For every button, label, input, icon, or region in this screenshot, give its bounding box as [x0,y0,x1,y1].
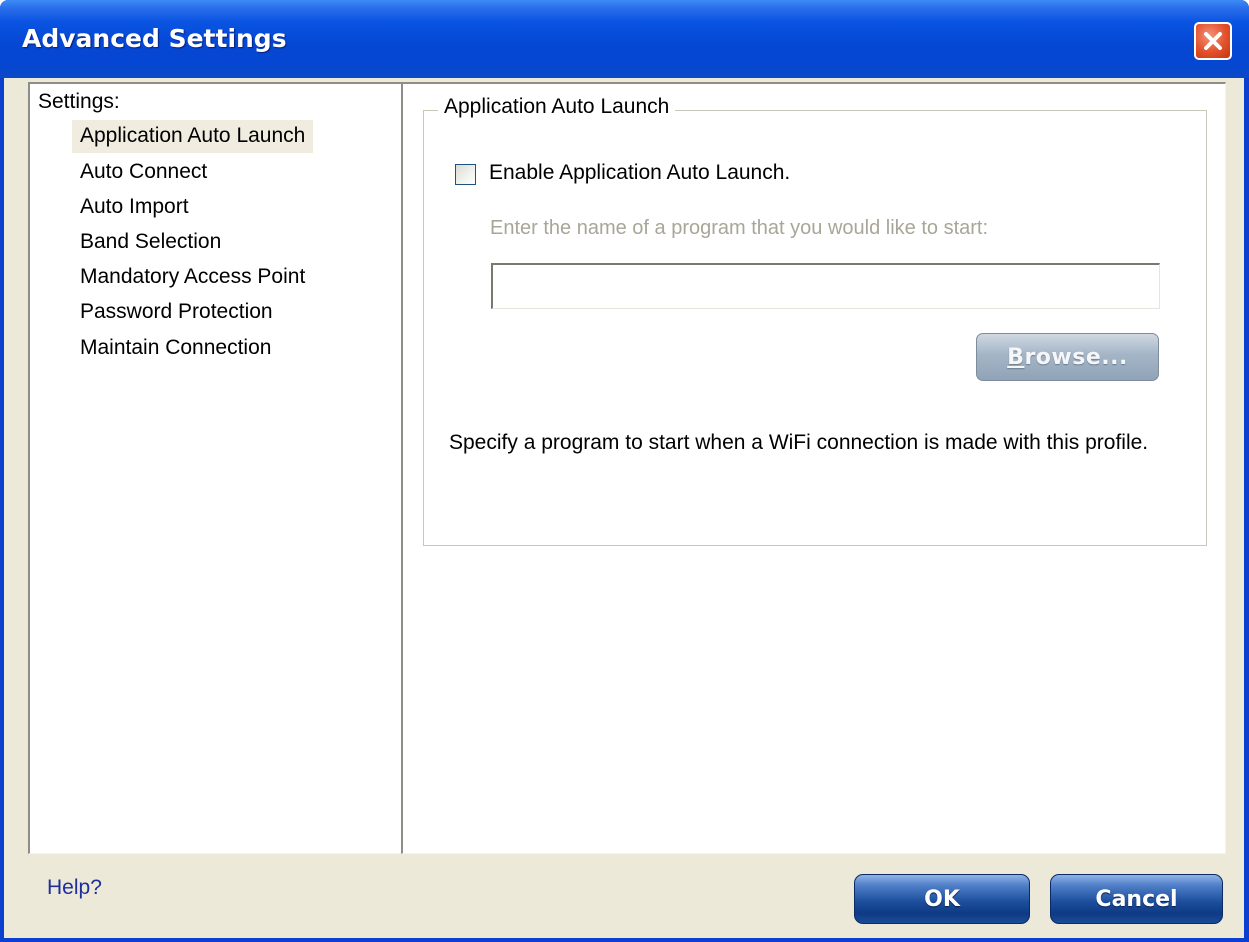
close-button[interactable] [1194,22,1232,60]
ok-button[interactable]: OK [854,874,1030,924]
enable-auto-launch-label[interactable]: Enable Application Auto Launch. [489,161,790,185]
enable-auto-launch-checkbox[interactable] [455,164,476,185]
window-title: Advanced Settings [22,24,287,53]
browse-button[interactable]: Browse... [976,333,1159,381]
nav-item-application-auto-launch[interactable]: Application Auto Launch [72,120,314,153]
browse-button-label: rowse... [1024,344,1128,370]
groupbox-title: Application Auto Launch [438,95,676,119]
advanced-settings-window: Advanced Settings Settings: Application … [0,0,1249,942]
settings-nav-pane: Settings: Application Auto Launch Auto C… [28,82,402,854]
nav-item-password-protection[interactable]: Password Protection [72,296,281,329]
nav-item-maintain-connection[interactable]: Maintain Connection [72,332,279,365]
dialog-body: Settings: Application Auto Launch Auto C… [4,78,1244,938]
nav-item-mandatory-access-point[interactable]: Mandatory Access Point [72,261,313,294]
help-link[interactable]: Help? [47,876,102,900]
browse-button-mnemonic: B [1007,344,1025,370]
window-bottom-border [0,938,1249,942]
cancel-button[interactable]: Cancel [1050,874,1223,924]
nav-item-band-selection[interactable]: Band Selection [72,226,229,259]
nav-item-auto-import[interactable]: Auto Import [72,191,197,224]
auto-launch-groupbox: Application Auto Launch Enable Applicati… [423,95,1207,546]
auto-launch-description: Specify a program to start when a WiFi c… [449,431,1149,454]
settings-nav-header: Settings: [38,90,120,113]
program-name-input[interactable] [491,263,1160,309]
program-name-prompt: Enter the name of a program that you wou… [490,217,989,239]
close-icon [1204,32,1222,50]
title-bar[interactable]: Advanced Settings [0,0,1249,78]
settings-content-pane: Application Auto Launch Enable Applicati… [401,82,1226,854]
nav-item-auto-connect[interactable]: Auto Connect [72,156,215,189]
